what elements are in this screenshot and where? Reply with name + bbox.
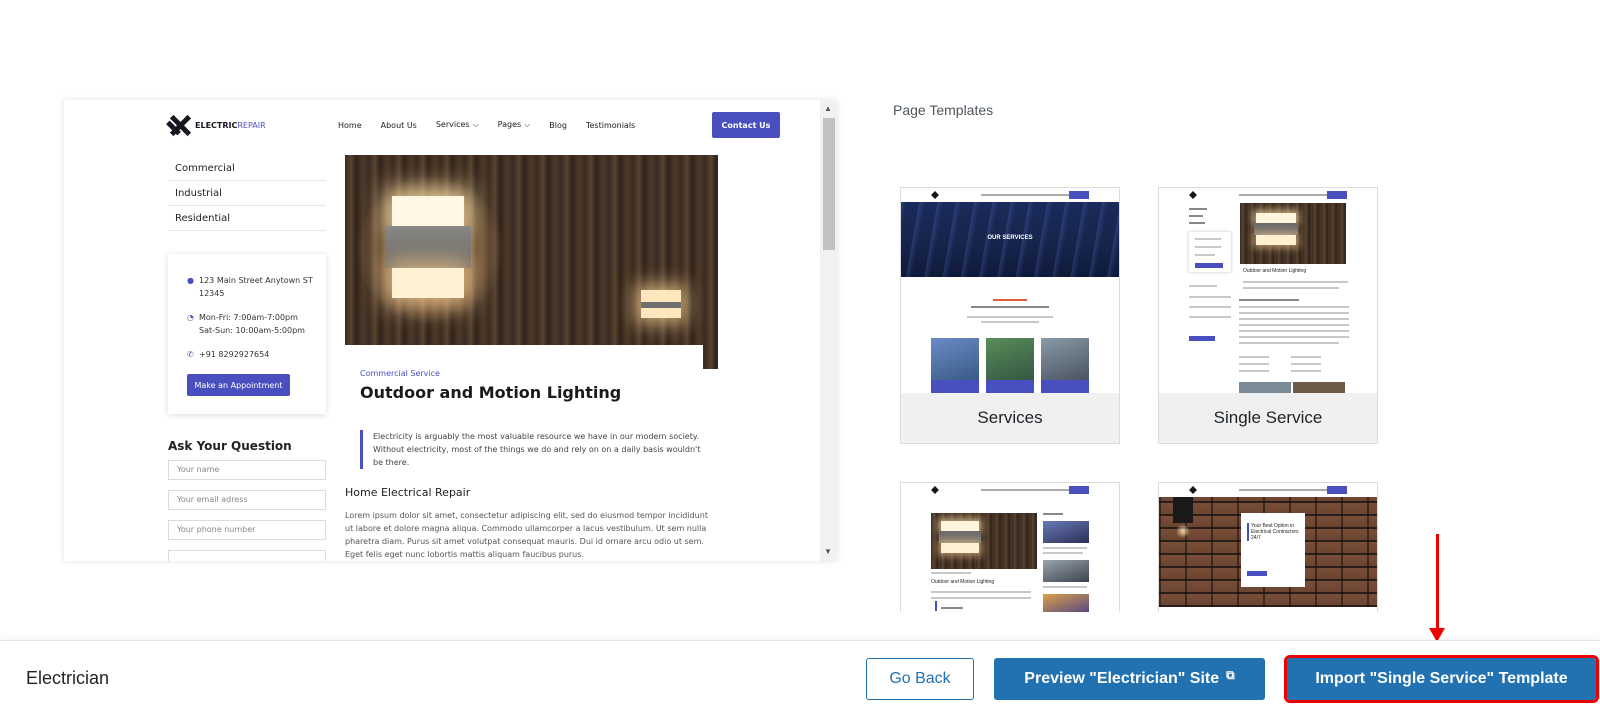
email-field[interactable]: Your email adress <box>168 490 326 510</box>
import-footer-bar: Electrician Go Back Preview "Electrician… <box>0 640 1600 714</box>
category-commercial[interactable]: Commercial <box>168 156 326 181</box>
site-preview-content: ELECTRICREPAIR Home About Us Services ⌵ P… <box>64 100 820 561</box>
contact-phone: ✆ +91 8292927654 <box>187 348 269 361</box>
category-residential[interactable]: Residential <box>168 206 326 231</box>
template-thumbnail: Outdoor and Motion Lighting <box>1159 188 1377 393</box>
ask-question-title: Ask Your Question <box>168 439 292 453</box>
thumb-heading: Outdoor and Motion Lighting <box>1243 268 1307 274</box>
page-templates-label: Page Templates <box>893 102 994 118</box>
thumb-heading: Outdoor and Motion Lighting <box>931 579 995 585</box>
template-label: Single Service <box>1159 393 1377 443</box>
template-label: Services <box>901 393 1119 443</box>
lightning-logo-icon <box>166 114 192 137</box>
hours-line-1: Mon-Fri: 7:00am-7:00pm <box>199 313 298 322</box>
template-grid: OUR SERVICES Services Outdoor and Motion… <box>900 187 1380 612</box>
preview-navbar: ELECTRICREPAIR Home About Us Services ⌵ P… <box>166 112 780 138</box>
thumb-heading: OUR SERVICES <box>987 235 1033 241</box>
service-kicker: Commercial Service <box>360 369 440 378</box>
annotation-arrow-shaft <box>1436 534 1439 628</box>
service-hero-image <box>345 155 718 369</box>
go-back-button[interactable]: Go Back <box>866 658 974 700</box>
message-field[interactable] <box>168 550 326 561</box>
category-industrial[interactable]: Industrial <box>168 181 326 206</box>
site-kit-title: Electrician <box>26 668 110 688</box>
preview-nav-home[interactable]: Home <box>338 121 362 130</box>
template-card-single-service[interactable]: Outdoor and Motion Lighting Single Servi… <box>1158 187 1378 444</box>
template-thumbnail: Your Best Option in Electrical Contracto… <box>1159 483 1377 612</box>
scrollbar-thumb[interactable] <box>823 118 835 250</box>
logo-text-primary: ELECTRIC <box>195 120 238 130</box>
preview-nav-blog[interactable]: Blog <box>549 121 567 130</box>
template-card-4[interactable]: Your Best Option in Electrical Contracto… <box>1158 482 1378 612</box>
preview-logo: ELECTRICREPAIR <box>166 112 266 138</box>
external-link-icon: ⧉ <box>1226 667 1235 682</box>
thumb-heading: Your Best Option in Electrical Contracto… <box>1251 523 1299 541</box>
hours-line-2: Sat-Sun: 10:00am-5:00pm <box>199 326 305 335</box>
preview-contact-card: ● 123 Main Street Anytown ST 12345 ◔ Mon-… <box>168 254 326 414</box>
preview-category-list: Commercial Industrial Residential <box>168 156 326 231</box>
service-body-text: Lorem ipsum dolor sit amet, consectetur … <box>345 511 708 559</box>
preview-nav-about[interactable]: About Us <box>381 121 417 130</box>
preview-scrollbar[interactable]: ▲ ▼ <box>820 100 837 561</box>
template-card-services[interactable]: OUR SERVICES Services <box>900 187 1120 444</box>
name-field[interactable]: Your name <box>168 460 326 480</box>
template-thumbnail: Outdoor and Motion Lighting <box>901 483 1119 612</box>
contact-hours: ◔ Mon-Fri: 7:00am-7:00pm Sat-Sun: 10:00am… <box>187 311 305 337</box>
chevron-down-icon: ⌵ <box>524 120 531 129</box>
phone-field[interactable]: Your phone number <box>168 520 326 540</box>
preview-nav-services[interactable]: Services ⌵ <box>436 120 479 130</box>
scroll-down-icon[interactable]: ▼ <box>824 548 832 556</box>
template-import-screen: ELECTRICREPAIR Home About Us Services ⌵ P… <box>0 0 1600 714</box>
import-template-button[interactable]: Import "Single Service" Template <box>1284 655 1599 703</box>
scroll-up-icon[interactable]: ▲ <box>824 105 832 113</box>
logo-text-secondary: REPAIR <box>237 120 266 130</box>
site-preview-frame[interactable]: ELECTRICREPAIR Home About Us Services ⌵ P… <box>64 100 837 561</box>
preview-site-label: Preview "Electrician" Site <box>1024 670 1220 687</box>
address-line-2: 12345 <box>199 289 225 298</box>
preview-nav-testimonials[interactable]: Testimonials <box>586 121 635 130</box>
chevron-down-icon: ⌵ <box>472 120 479 129</box>
template-card-3[interactable]: Outdoor and Motion Lighting <box>900 482 1120 612</box>
phone-number: +91 8292927654 <box>199 350 270 359</box>
make-appointment-button[interactable]: Make an Appointment <box>187 374 290 396</box>
map-pin-icon: ● <box>187 276 194 285</box>
contact-address: ● 123 Main Street Anytown ST 12345 <box>187 274 313 300</box>
preview-contact-button[interactable]: Contact Us <box>712 112 780 138</box>
preview-site-button[interactable]: Preview "Electrician" Site ⧉ <box>994 658 1265 700</box>
service-title: Outdoor and Motion Lighting <box>360 383 622 402</box>
clock-icon: ◔ <box>187 313 194 322</box>
address-line-1: 123 Main Street Anytown ST <box>199 276 313 285</box>
preview-nav-pages[interactable]: Pages ⌵ <box>498 120 531 130</box>
preview-nav-links: Home About Us Services ⌵ Pages ⌵ Blog Test… <box>338 112 654 138</box>
template-thumbnail: OUR SERVICES <box>901 188 1119 393</box>
service-subheading: Home Electrical Repair <box>345 486 471 499</box>
service-quote: Electricity is arguably the most valuabl… <box>360 430 705 469</box>
phone-icon: ✆ <box>187 350 194 359</box>
